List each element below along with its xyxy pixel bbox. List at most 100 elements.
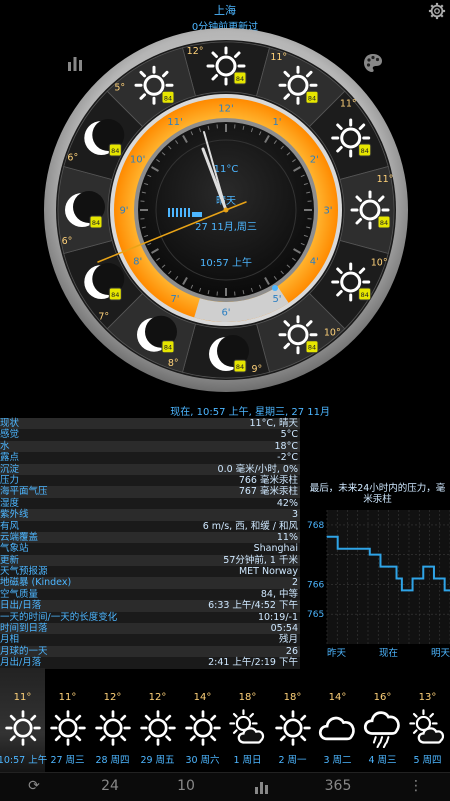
air-quality-badge-icon: [306, 91, 318, 103]
now-line: 现在, 10:57 上午, 星期三, 27 11月: [0, 403, 330, 418]
condition-row: 感觉 5°C: [0, 429, 300, 440]
air-quality-badge-icon: [90, 216, 102, 228]
condition-label: 月出/月落: [0, 657, 41, 668]
condition-row: 气象站 Shanghai: [0, 543, 300, 554]
condition-value: 57分钟前, 1 千米: [223, 555, 298, 566]
forecast-temperature: 14°: [315, 692, 360, 706]
pressure-point: [326, 536, 327, 537]
partly-cloudy-icon: [408, 708, 448, 752]
condition-label: 气象站: [0, 543, 29, 554]
condition-value: 42%: [277, 498, 298, 509]
sunset-marker: [272, 285, 278, 291]
pressure-point: [353, 548, 354, 549]
sector-temperature: 5°: [114, 83, 125, 94]
hour-label: 11': [167, 117, 182, 128]
tab-365-days[interactable]: 365: [318, 778, 358, 794]
sun-icon: [93, 708, 133, 752]
condition-value: 18°C: [275, 441, 298, 452]
hour-label: 6': [221, 308, 230, 319]
condition-value: 3: [292, 509, 298, 520]
condition-row: 紫外线3: [0, 509, 300, 520]
condition-label: 云端覆盖: [0, 532, 38, 543]
condition-value: 5°C: [281, 429, 298, 440]
pressure-point: [364, 548, 365, 549]
pressure-point: [337, 548, 338, 549]
air-quality-badge-icon: [306, 341, 318, 353]
condition-row: 更新 57分钟前, 1 千米: [0, 555, 300, 566]
condition-label: 更新: [0, 555, 19, 566]
refresh-icon[interactable]: ⟳: [14, 778, 54, 794]
air-quality-badge-icon: [234, 360, 246, 372]
forecast-strip[interactable]: 11°10:57 上午11°27 周三12°28 周四12°29 周五14°30…: [0, 668, 450, 778]
forecast-day-label: 5 周四: [399, 752, 450, 766]
condition-row: 时间到日落 05:54: [0, 623, 300, 634]
dial-date: 27 11月,周三: [195, 221, 257, 233]
condition-value: 767 毫米汞柱: [239, 486, 298, 497]
pressure-point: [423, 566, 424, 567]
hour-label: 1': [272, 117, 281, 128]
pressure-point: [407, 590, 408, 591]
condition-row: 水18°C: [0, 441, 300, 452]
sector-temperature: 6°: [62, 236, 73, 247]
dial-temperature: 11°C: [214, 164, 239, 175]
air-quality-badge-icon: [234, 72, 246, 84]
condition-label: 露点: [0, 452, 19, 463]
y-tick-label: 766: [307, 580, 324, 590]
air-quality-badge-icon: [109, 288, 121, 300]
sector-temperature: 6°: [67, 152, 78, 163]
pressure-point: [348, 548, 349, 549]
condition-label: 空气质量: [0, 589, 38, 600]
forecast-temperature: 18°: [225, 692, 270, 706]
condition-value: 05:54: [271, 623, 298, 634]
air-quality-badge-icon: [162, 91, 174, 103]
sector-temperature: 10°: [324, 327, 341, 338]
forecast-temperature: 18°: [270, 692, 315, 706]
condition-value: 10:19/-1: [258, 612, 298, 623]
pressure-chart[interactable]: 768766765昨天现在明天: [305, 506, 450, 658]
condition-value: 残月: [279, 634, 298, 645]
pressure-point: [342, 548, 343, 549]
condition-value: 6 m/s, 西, 和缓 / 和风: [203, 521, 298, 532]
condition-label: 日出/日落: [0, 600, 41, 611]
condition-row: 露点 -2°C: [0, 452, 300, 463]
tab-24-hours[interactable]: 24: [90, 778, 130, 794]
bottom-toolbar: ⟳ 24 10 365 ⋮: [0, 772, 450, 801]
tab-10-days[interactable]: 10: [166, 778, 206, 794]
y-tick-label: 768: [307, 521, 324, 531]
condition-value: -2°C: [277, 452, 298, 463]
more-menu-icon[interactable]: ⋮: [396, 778, 436, 794]
condition-row: 月球的一天26: [0, 646, 300, 657]
hour-label: 3': [323, 206, 332, 217]
condition-value: 26: [286, 646, 298, 657]
sun-icon: [183, 708, 223, 752]
condition-value: 766 毫米汞柱: [239, 475, 298, 486]
pressure-point: [401, 590, 402, 591]
condition-value: 6:33 上午/4:52 下午: [208, 600, 298, 611]
forecast-day[interactable]: 13°5 周四: [405, 668, 450, 776]
condition-row: 海平面气压767 毫米汞柱: [0, 486, 300, 497]
sun-icon: [138, 708, 178, 752]
condition-value: 11%: [277, 532, 298, 543]
condition-label: 时间到日落: [0, 623, 48, 634]
weather-clock-dial[interactable]: 84 12°11°11°11°10°10°9°8°7°6°6°5° 12'1'2…: [0, 0, 450, 410]
hour-label: 10': [130, 155, 145, 166]
condition-value: 2:41 上午/2:19 下午: [208, 657, 298, 668]
pressure-point: [417, 578, 418, 579]
conditions-table: 现状11°C, 晴天感觉5°C水18°C露点-2°C沉淀0.0 毫米/小时, 0…: [0, 418, 300, 669]
condition-label: 月相: [0, 634, 19, 645]
pressure-point: [391, 566, 392, 567]
sector-temperature: 7°: [98, 311, 109, 322]
sector-temperature: 8°: [168, 358, 179, 369]
hour-label: 7': [170, 294, 179, 305]
partly-cloudy-icon: [228, 708, 268, 752]
graph-icon[interactable]: [254, 780, 270, 794]
condition-value: Shanghai: [254, 543, 298, 554]
condition-label: 感觉: [0, 429, 19, 440]
hour-label: 2': [310, 155, 319, 166]
sector-temperature: 9°: [252, 364, 263, 375]
sector-temperature: 11°: [377, 174, 394, 185]
pressure-point: [433, 578, 434, 579]
air-quality-badge-icon: [359, 288, 371, 300]
rain-cloud-icon: [363, 708, 403, 752]
pressure-point: [412, 578, 413, 579]
